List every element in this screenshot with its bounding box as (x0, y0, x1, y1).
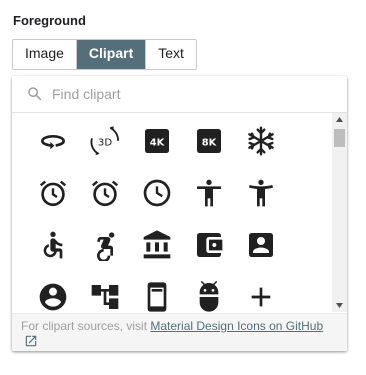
scrollbar-thumb[interactable] (334, 129, 345, 147)
rotate-360-icon[interactable] (35, 123, 71, 159)
adb-icon[interactable] (191, 279, 227, 313)
ac-unit-icon[interactable] (243, 123, 279, 159)
access-time-icon[interactable] (139, 175, 175, 211)
scroll-down-arrow-icon[interactable] (332, 299, 347, 312)
8k-icon[interactable]: 8K (191, 123, 227, 159)
foreground-type-tabs: Image Clipart Text (12, 39, 197, 70)
tab-image[interactable]: Image (13, 40, 77, 69)
clipart-grid: 3D 4K 8K (12, 113, 332, 313)
account-balance-icon[interactable] (139, 227, 175, 263)
footer-prefix: For clipart sources, visit (21, 319, 151, 333)
clipart-scrollbar[interactable] (332, 113, 347, 312)
account-balance-wallet-icon[interactable] (191, 227, 227, 263)
search-icon (28, 87, 42, 101)
access-alarms-icon[interactable] (87, 175, 123, 211)
svg-text:8K: 8K (202, 137, 217, 148)
account-tree-icon[interactable] (87, 279, 123, 313)
svg-text:3D: 3D (98, 137, 112, 148)
foreground-label: Foreground (13, 13, 86, 28)
footer-text: For clipart sources, visit Material Desi… (21, 319, 323, 333)
account-box-icon[interactable] (243, 227, 279, 263)
3d-rotation-icon[interactable]: 3D (87, 123, 123, 159)
ad-units-icon[interactable] (139, 279, 175, 313)
accessible-icon[interactable] (35, 227, 71, 263)
clipart-search-bar (12, 76, 347, 113)
accessibility-new-icon[interactable] (243, 175, 279, 211)
clipart-sources-footer: For clipart sources, visit Material Desi… (12, 313, 347, 351)
tab-text[interactable]: Text (146, 40, 196, 69)
clipart-search-input[interactable] (52, 84, 332, 104)
clipart-panel: 3D 4K 8K (12, 76, 347, 351)
access-alarm-icon[interactable] (35, 175, 71, 211)
open-in-new-icon[interactable] (24, 334, 38, 348)
accessible-forward-icon[interactable] (87, 227, 123, 263)
add-icon[interactable] (243, 279, 279, 313)
scroll-up-arrow-icon[interactable] (332, 113, 347, 126)
tab-clipart[interactable]: Clipart (76, 40, 147, 69)
account-circle-icon[interactable] (35, 279, 71, 313)
accessibility-icon[interactable] (191, 175, 227, 211)
material-icons-github-link[interactable]: Material Design Icons on GitHub (150, 319, 323, 333)
svg-text:4K: 4K (150, 137, 165, 148)
4k-icon[interactable]: 4K (139, 123, 175, 159)
